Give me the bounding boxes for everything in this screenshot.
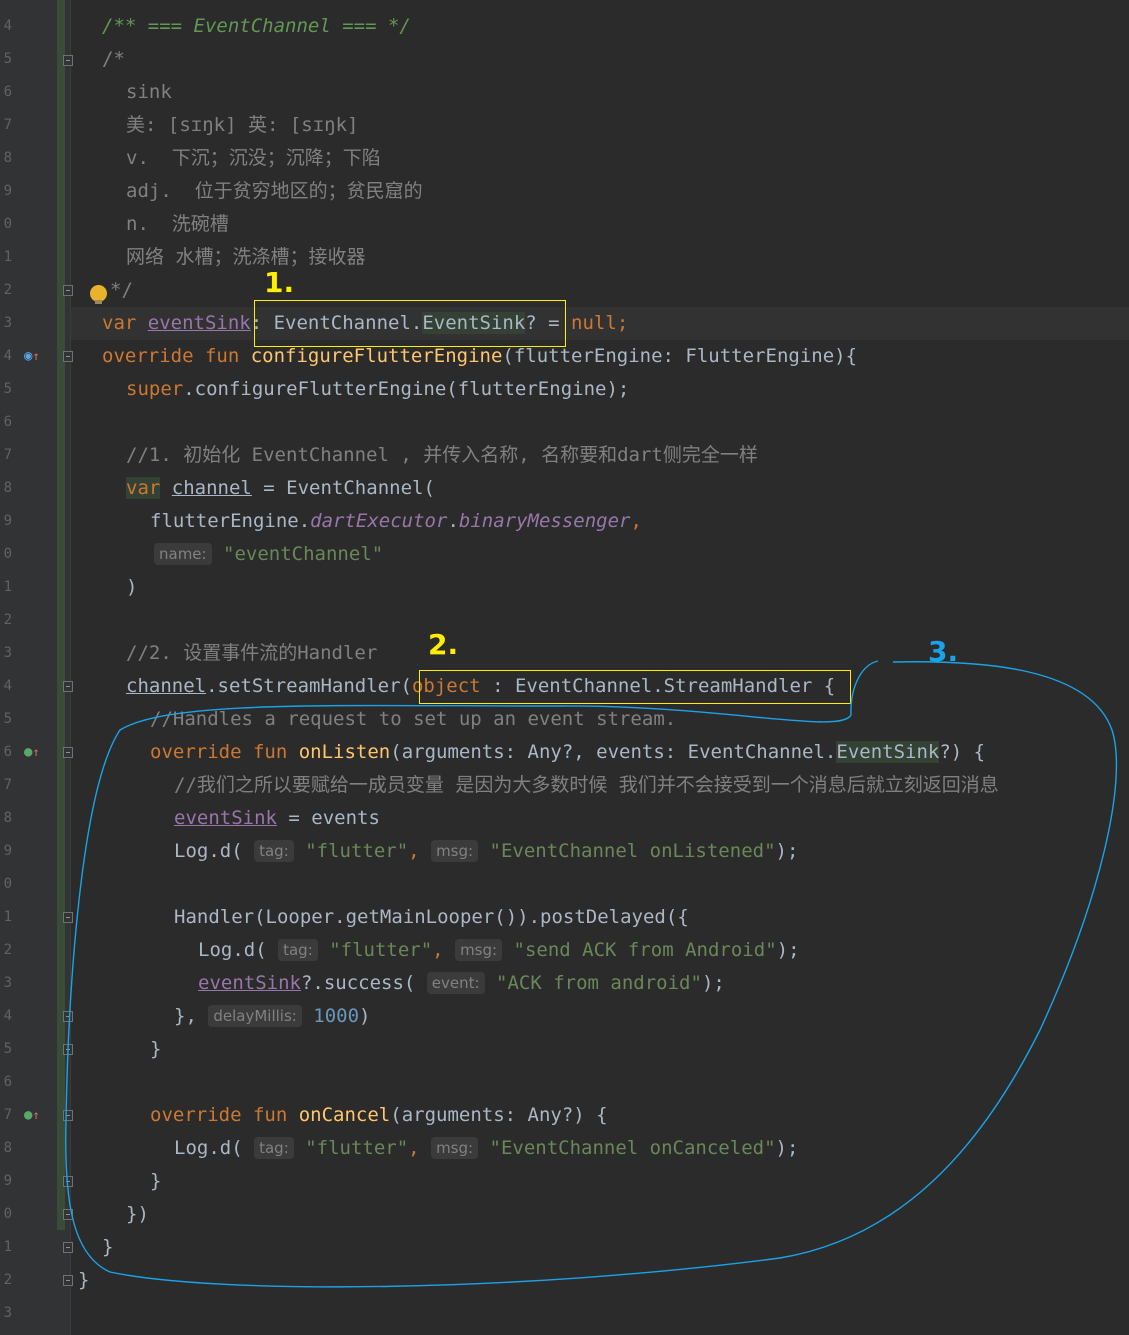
annotation-scribble-3	[65, 660, 1118, 1288]
